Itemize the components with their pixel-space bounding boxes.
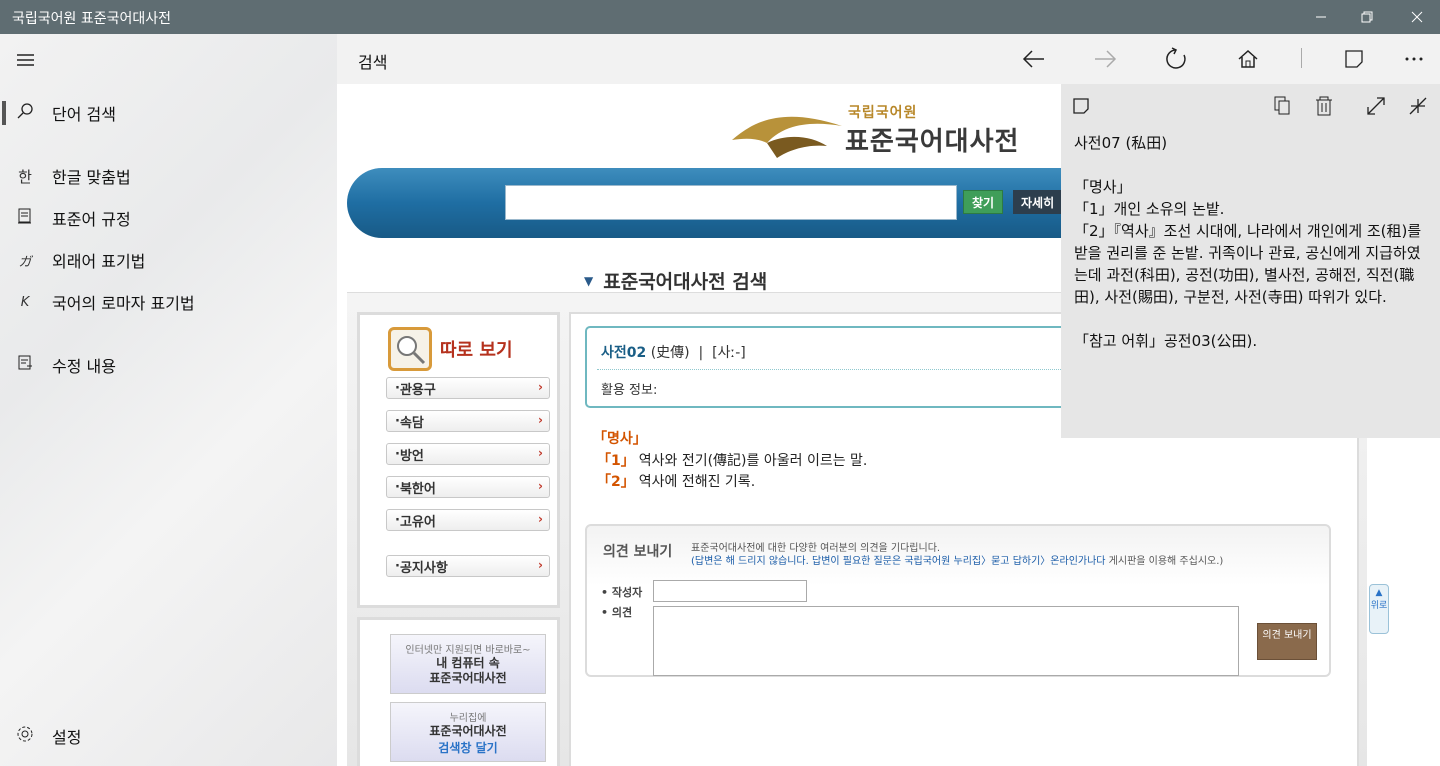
minimize-button[interactable] xyxy=(1298,0,1344,34)
document-icon xyxy=(0,208,50,228)
org-name: 국립국어원 xyxy=(848,105,918,121)
section-title: ▼ 표준국어대사전 검색 xyxy=(584,271,768,293)
sense-1: 「1」 역사와 전기(傳記)를 아울러 이르는 말. xyxy=(597,453,868,469)
title-bar: 국립국어원 표준국어대사전 xyxy=(0,0,1440,34)
expand-icon[interactable] xyxy=(1364,94,1388,118)
restore-button[interactable] xyxy=(1344,0,1390,34)
hamburger-menu-icon[interactable] xyxy=(16,52,36,72)
note-button[interactable] xyxy=(1340,46,1368,72)
opinion-label: • 의견 xyxy=(601,606,633,619)
sense-2: 「2」 역사에 전해진 기록. xyxy=(597,474,756,490)
delete-icon[interactable] xyxy=(1312,94,1336,118)
roman-k-icon: K xyxy=(20,294,30,310)
opinion-title: 의견 보내기 xyxy=(603,544,673,560)
pronunciation: [사ː-] xyxy=(712,345,746,361)
side-links-panel: 따로 보기 · 관용구 › · 속담 › · 방언 › · 북한어 › · 고유어 › ·… xyxy=(357,312,560,608)
search-input[interactable] xyxy=(505,185,957,220)
link-native-words[interactable]: · 고유어 › xyxy=(386,509,550,531)
find-button[interactable]: 찾기 xyxy=(963,190,1003,214)
sidebar: 단어 검색 한 한글 맞춤법 표준어 규정 ガ 외래어 표기법 K 국어의 로마… xyxy=(0,34,337,766)
sidebar-item-standard-rules[interactable]: 표준어 규정 xyxy=(0,198,337,238)
link-north-korean[interactable]: · 북한어 › xyxy=(386,476,550,498)
close-button[interactable] xyxy=(1394,0,1440,34)
collapse-icon[interactable] xyxy=(1406,94,1430,118)
gear-icon xyxy=(0,725,50,747)
vertical-scrollbar[interactable] xyxy=(1428,438,1440,766)
link-proverbs[interactable]: · 속담 › xyxy=(386,410,550,432)
katakana-icon: ガ xyxy=(18,254,32,270)
opinion-form: 의견 보내기 표준국어대사전에 대한 다양한 여러분의 의견을 기다립니다. (… xyxy=(585,524,1331,677)
scroll-top-button[interactable]: ▲ 위로 xyxy=(1369,584,1389,634)
link-notice[interactable]: · 공지사항 › xyxy=(386,555,550,577)
opinion-textarea[interactable] xyxy=(653,606,1239,676)
headword-hanja: (史傳) xyxy=(650,345,690,361)
promo-widget[interactable]: 누리집에 표준국어대사전 검색창 달기 xyxy=(390,702,546,762)
usage-info: 활용 정보: xyxy=(601,383,658,398)
logo-emblem xyxy=(727,98,847,158)
more-button[interactable] xyxy=(1400,46,1428,72)
note-icon[interactable] xyxy=(1069,94,1093,118)
back-button[interactable] xyxy=(1020,46,1048,72)
window-title: 국립국어원 표준국어대사전 xyxy=(12,11,172,27)
browser-toolbar: 검색 xyxy=(337,34,1440,84)
popup-definition-text: 사전07 (私田) 「명사」 「1」개인 소유의 논밭. 「2」『역사』조선 시… xyxy=(1074,134,1422,350)
page-title: 검색 xyxy=(358,53,388,72)
headword: 사전02 xyxy=(601,345,647,361)
magnifier-icon xyxy=(388,327,432,371)
opinion-description: 표준국어대사전에 대한 다양한 여러분의 의견을 기다립니다. (답변은 해 드… xyxy=(691,543,1224,567)
home-button[interactable] xyxy=(1234,46,1262,72)
link-idioms[interactable]: · 관용구 › xyxy=(386,377,550,399)
sidebar-item-settings[interactable]: 설정 xyxy=(0,716,337,756)
side-links-header: 따로 보기 xyxy=(388,327,513,371)
forward-button[interactable] xyxy=(1091,46,1119,72)
link-dialects[interactable]: · 방언 › xyxy=(386,443,550,465)
refresh-button[interactable] xyxy=(1162,46,1190,72)
author-label: • 작성자 xyxy=(601,586,643,599)
entry-headword-line: 사전02 (史傳) | [사ː-] xyxy=(601,345,746,361)
search-icon xyxy=(0,103,50,123)
sidebar-item-revisions[interactable]: 수정 내용 xyxy=(0,345,337,385)
sidebar-item-word-search[interactable]: 단어 검색 xyxy=(0,93,337,133)
promo-install[interactable]: 인터넷만 지원되면 바로바로~ 내 컴퓨터 속 표준국어대사전 xyxy=(390,634,546,694)
author-input[interactable] xyxy=(653,580,807,602)
edit-doc-icon xyxy=(0,355,50,375)
promo-panel: 인터넷만 지원되면 바로바로~ 내 컴퓨터 속 표준국어대사전 누리집에 표준국… xyxy=(357,617,560,766)
copy-icon[interactable] xyxy=(1270,94,1294,118)
dict-name: 표준국어대사전 xyxy=(845,127,1020,157)
definition-popup: 사전07 (私田) 「명사」 「1」개인 소유의 논밭. 「2」『역사』조선 시… xyxy=(1061,84,1440,438)
sidebar-item-romanization[interactable]: K 국어의 로마자 표기법 xyxy=(0,282,337,322)
toolbar-divider xyxy=(1301,48,1302,68)
sidebar-item-loanword[interactable]: ガ 외래어 표기법 xyxy=(0,240,337,280)
part-of-speech: 「명사」 xyxy=(593,431,647,447)
sidebar-item-spelling[interactable]: 한 한글 맞춤법 xyxy=(0,156,337,196)
hangul-icon: 한 xyxy=(18,167,32,186)
send-opinion-button[interactable]: 의견 보내기 xyxy=(1257,623,1317,660)
